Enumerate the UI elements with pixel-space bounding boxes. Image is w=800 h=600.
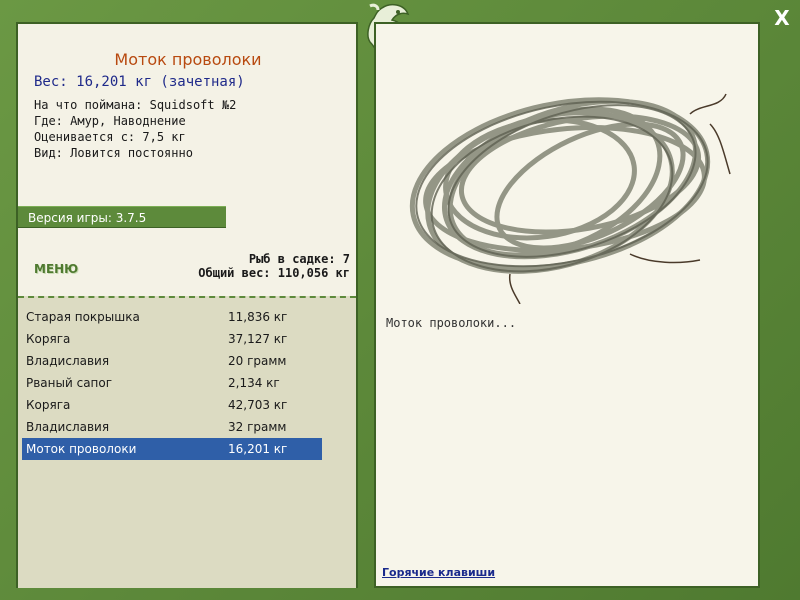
rated-from-line: Оценивается с: 7,5 кг	[34, 130, 186, 144]
fish-weight: Вес: 16,201 кг (зачетная)	[34, 74, 245, 90]
version-bar: Версия игры: 3.7.5	[18, 206, 226, 228]
catch-row[interactable]: Коряга 37,127 кг	[22, 328, 322, 350]
fish-title: Моток проволоки	[114, 50, 262, 69]
cage-count: Рыб в садке: 7	[248, 252, 350, 266]
catch-row[interactable]: Рваный сапог 2,134 кг	[22, 372, 322, 394]
catch-list: Старая покрышка 11,836 кг Коряга 37,127 …	[18, 296, 356, 588]
catch-name: Коряга	[26, 398, 71, 412]
catch-weight: 20 грамм	[228, 354, 287, 368]
catch-row[interactable]: Владиславия 32 грамм	[22, 416, 322, 438]
catch-weight: 11,836 кг	[228, 310, 288, 324]
game-window-frame: X Моток проволоки Вес: 16,201 кг (зачетн…	[0, 0, 800, 600]
catch-row[interactable]: Владиславия 20 грамм	[22, 350, 322, 372]
catch-weight: 16,201 кг	[228, 442, 288, 456]
catch-row[interactable]: Коряга 42,703 кг	[22, 394, 322, 416]
kind-line: Вид: Ловится постоянно	[34, 146, 193, 160]
catch-weight: 37,127 кг	[228, 332, 288, 346]
catch-row[interactable]: Старая покрышка 11,836 кг	[22, 306, 322, 328]
catch-weight: 32 грамм	[228, 420, 287, 434]
catch-weight: 42,703 кг	[228, 398, 288, 412]
catch-weight: 2,134 кг	[228, 376, 280, 390]
hotkeys-link[interactable]: Горячие клавиши	[382, 566, 495, 579]
catch-name: Моток проволоки	[26, 442, 137, 456]
catch-row-selected[interactable]: Моток проволоки 16,201 кг	[22, 438, 322, 460]
close-icon: X	[774, 6, 790, 30]
fish-info-panel: Моток проволоки Вес: 16,201 кг (зачетная…	[16, 22, 358, 588]
menu-button[interactable]: МЕНЮ	[34, 262, 78, 276]
catch-name: Рваный сапог	[26, 376, 113, 390]
caught-on-line: На что поймана: Squidsoft №2	[34, 98, 237, 112]
location-line: Где: Амур, Наводнение	[34, 114, 186, 128]
catch-name: Владиславия	[26, 420, 110, 434]
catch-name: Владиславия	[26, 354, 110, 368]
cage-total-weight: Общий вес: 110,056 кг	[198, 266, 350, 280]
catch-name: Коряга	[26, 332, 71, 346]
cage-info: Рыб в садке: 7 Общий вес: 110,056 кг	[198, 252, 350, 280]
fish-picture-panel: Моток проволоки... Горячие клавиши	[374, 22, 760, 588]
close-button[interactable]: X	[770, 6, 794, 30]
catch-name: Старая покрышка	[26, 310, 140, 324]
wire-coil-image	[409, 93, 731, 304]
fish-description: Моток проволоки...	[386, 316, 517, 330]
